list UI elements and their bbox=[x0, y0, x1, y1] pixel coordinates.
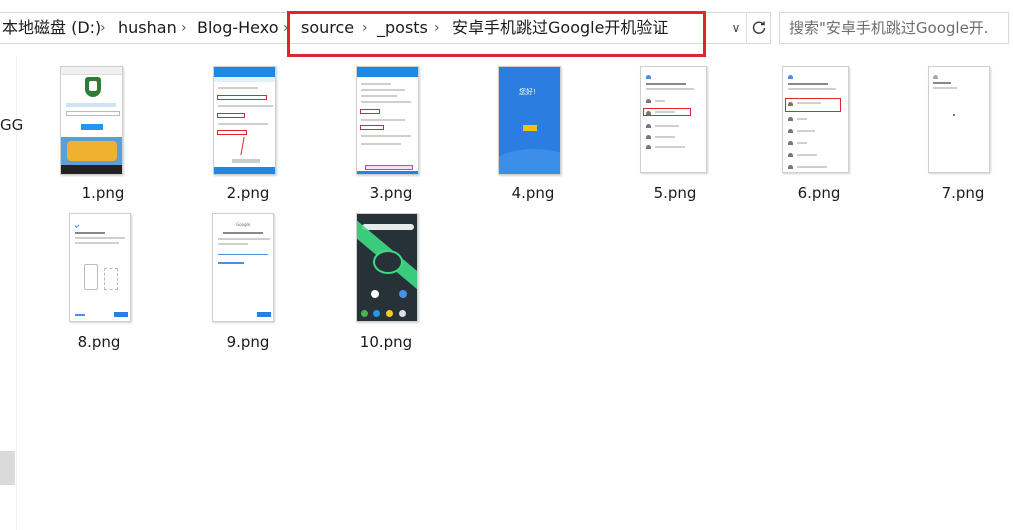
file-item[interactable]: 8.png bbox=[40, 213, 170, 353]
breadcrumb-item-drive[interactable]: 本地磁盘 (D:) bbox=[2, 13, 101, 43]
file-item[interactable]: 3.png bbox=[326, 66, 456, 206]
file-name[interactable]: 9.png bbox=[183, 333, 313, 351]
search-placeholder: 搜索"安卓手机跳过Google开... bbox=[789, 19, 989, 37]
image-thumbnail-icon[interactable] bbox=[928, 66, 990, 173]
thumb-google-text: Google bbox=[236, 222, 251, 227]
file-name[interactable]: 4.png bbox=[468, 184, 598, 202]
file-name[interactable]: 3.png bbox=[326, 184, 456, 202]
nav-partial-label[interactable]: GG bbox=[0, 116, 23, 134]
breadcrumb-item-hushan[interactable]: hushan bbox=[118, 13, 177, 43]
image-thumbnail-icon[interactable] bbox=[782, 66, 849, 173]
image-thumbnail-icon[interactable] bbox=[213, 66, 276, 175]
address-bar-row: 本地磁盘 (D:) › hushan › Blog-Hexo › source … bbox=[0, 0, 1013, 57]
file-item[interactable]: 5.png bbox=[610, 66, 740, 206]
chevron-down-icon[interactable]: ∨ bbox=[726, 13, 746, 43]
breadcrumb-highlight-box bbox=[287, 11, 706, 57]
file-item[interactable]: 1.png bbox=[40, 66, 170, 206]
file-name[interactable]: 8.png bbox=[34, 333, 164, 351]
breadcrumb-item-blog-hexo[interactable]: Blog-Hexo bbox=[197, 13, 279, 43]
image-thumbnail-icon[interactable] bbox=[356, 213, 418, 322]
chevron-right-icon[interactable]: › bbox=[100, 13, 106, 43]
navigation-pane[interactable]: GG bbox=[0, 56, 23, 530]
file-item[interactable]: 6.png bbox=[754, 66, 884, 206]
image-thumbnail-icon[interactable] bbox=[640, 66, 707, 173]
image-thumbnail-icon[interactable]: 您好! bbox=[498, 66, 561, 175]
file-name[interactable]: 6.png bbox=[754, 184, 884, 202]
image-thumbnail-icon[interactable]: Google bbox=[212, 213, 274, 322]
image-thumbnail-icon[interactable] bbox=[69, 213, 131, 322]
file-name[interactable]: 10.png bbox=[321, 333, 451, 351]
search-input[interactable]: 搜索"安卓手机跳过Google开... bbox=[779, 12, 1009, 44]
chevron-right-icon[interactable]: › bbox=[181, 13, 187, 43]
nav-scrollbar[interactable] bbox=[0, 451, 15, 485]
file-name[interactable]: 2.png bbox=[183, 184, 313, 202]
refresh-icon[interactable] bbox=[746, 13, 770, 43]
file-item[interactable]: 7.png bbox=[898, 66, 1013, 206]
file-name[interactable]: 5.png bbox=[610, 184, 740, 202]
file-item[interactable]: 2.png bbox=[183, 66, 313, 206]
image-thumbnail-icon[interactable] bbox=[356, 66, 419, 175]
file-name[interactable]: 1.png bbox=[38, 184, 168, 202]
image-thumbnail-icon[interactable] bbox=[60, 66, 123, 175]
file-item[interactable]: Google 9.png bbox=[183, 213, 313, 353]
file-name[interactable]: 7.png bbox=[898, 184, 1013, 202]
file-item[interactable]: 您好! 4.png bbox=[468, 66, 598, 206]
file-item[interactable]: 10.png bbox=[326, 213, 456, 353]
thumb-hello-text: 您好! bbox=[519, 88, 536, 96]
